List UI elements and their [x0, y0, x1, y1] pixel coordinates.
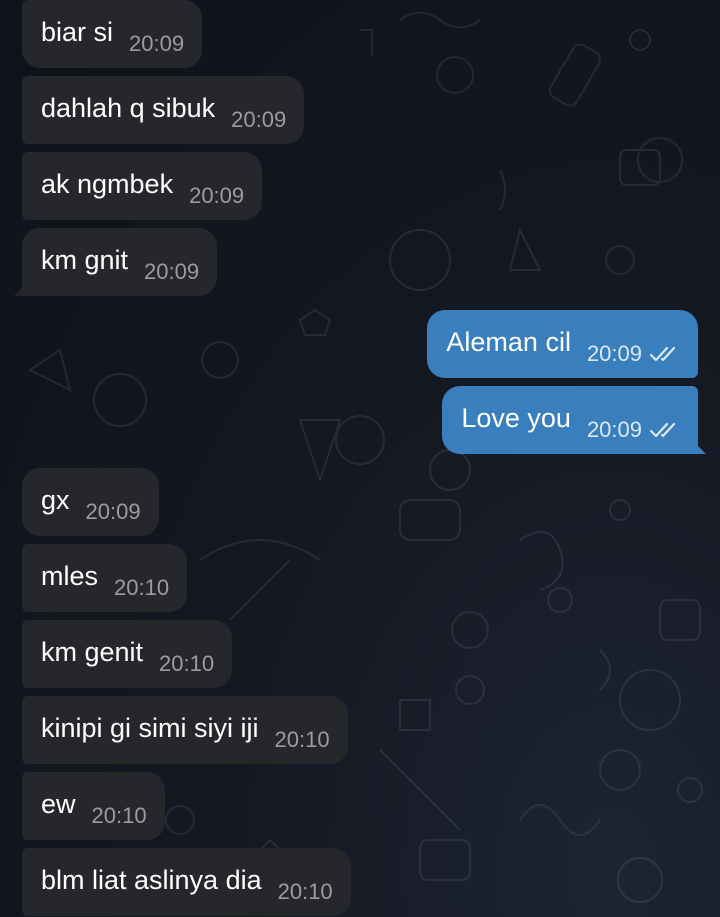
message-time: 20:09 — [129, 31, 185, 56]
incoming-message[interactable]: mles 20:10 — [22, 544, 188, 612]
double-check-icon — [650, 346, 676, 362]
message-text: biar si — [41, 17, 114, 47]
message-time: 20:10 — [91, 803, 147, 828]
message-text: ak ngmbek — [41, 169, 174, 199]
bubble-tail — [14, 282, 28, 296]
message-text: km gnit — [41, 245, 129, 275]
message-time: 20:09 — [144, 259, 200, 284]
incoming-message[interactable]: ak ngmbek 20:09 — [22, 152, 263, 220]
incoming-message[interactable]: km genit 20:10 — [22, 620, 233, 688]
message-list[interactable]: biar si 20:09 dahlah q sibuk 20:09 ak ng… — [0, 0, 720, 917]
message-time: 20:09 — [85, 499, 141, 524]
message-time: 20:10 — [159, 651, 215, 676]
message-text: km genit — [41, 637, 144, 667]
message-time: 20:09 — [586, 417, 642, 442]
message-time: 20:10 — [274, 727, 330, 752]
message-time: 20:09 — [231, 107, 287, 132]
outgoing-message[interactable]: Love you 20:09 — [442, 386, 706, 454]
incoming-message[interactable]: gx 20:09 — [22, 468, 159, 536]
message-text: Love you — [461, 403, 571, 433]
message-time: 20:09 — [586, 341, 642, 366]
message-time: 20:10 — [277, 879, 333, 904]
message-text: ew — [41, 789, 76, 819]
incoming-message[interactable]: ew 20:10 — [22, 772, 165, 840]
double-check-icon — [650, 422, 676, 438]
message-text: dahlah q sibuk — [41, 93, 216, 123]
message-text: blm liat aslinya dia — [41, 865, 262, 895]
message-text: kinipi gi simi siyi iji — [41, 713, 259, 743]
outgoing-message[interactable]: Aleman cil 20:09 — [427, 310, 698, 378]
bubble-tail — [692, 440, 706, 454]
incoming-message[interactable]: km gnit 20:09 — [14, 228, 218, 296]
message-text: gx — [41, 485, 70, 515]
incoming-message[interactable]: dahlah q sibuk 20:09 — [22, 76, 305, 144]
message-time: 20:10 — [114, 575, 170, 600]
incoming-message[interactable]: kinipi gi simi siyi iji 20:10 — [22, 696, 348, 764]
incoming-message[interactable]: blm liat aslinya dia 20:10 — [22, 848, 351, 916]
incoming-message[interactable]: biar si 20:09 — [22, 0, 203, 68]
message-time: 20:09 — [189, 183, 245, 208]
message-text: Aleman cil — [446, 327, 571, 357]
message-text: mles — [41, 561, 99, 591]
